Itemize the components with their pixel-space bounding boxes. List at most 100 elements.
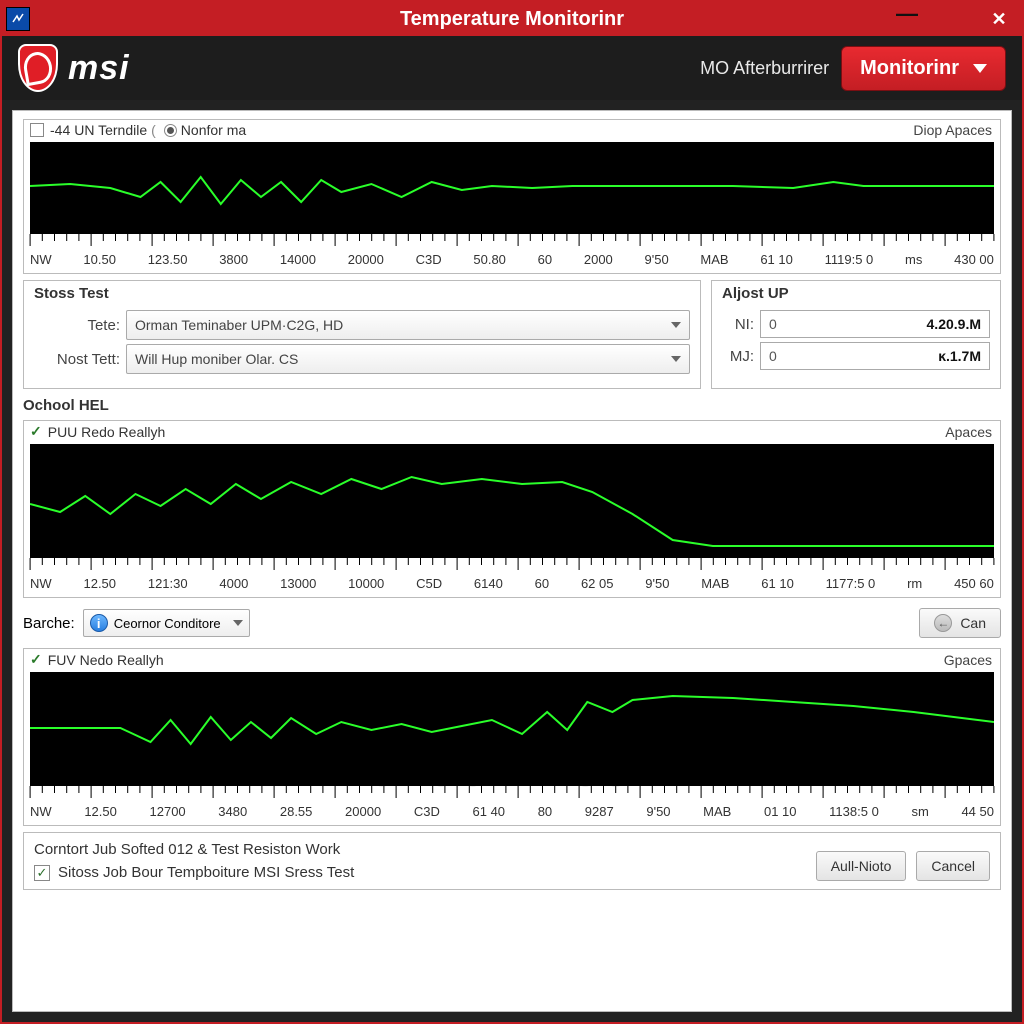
graph1-axis: NW10.50123.5038001400020000C3D50.8060200… [24,248,1000,273]
axis-tick-label: C3D [414,804,440,819]
monitor-dropdown-button[interactable]: Monitorinr [841,46,1006,91]
stress-test-checkbox-label: Sitoss Job Bour Tempboiture MSI Sress Te… [58,864,354,881]
stress-test-checkbox[interactable]: ✓ [34,865,50,881]
graph3-right-label: Gpaces [944,652,992,668]
app-header: msi MO Afterburrirer Monitorinr [2,36,1022,100]
nost-tett-select[interactable]: Will Hup moniber Olar. CS [126,344,690,374]
graph1-tick-marks [24,234,1000,248]
aljost-title: Aljost UP [722,285,990,302]
minimize-button[interactable]: — [884,2,930,36]
chevron-down-icon [973,64,987,73]
tete-select[interactable]: Orman Teminaber UPM·C2G, HD [126,310,690,340]
graph-block-1: -44 UN Terndile ( Nonfor ma Diop Apaces … [23,119,1001,274]
bottom-title: Corntort Jub Softed 012 & Test Resiston … [34,841,806,858]
brand-logo: msi [18,44,130,92]
graph1-label-b: UN Terndile [74,122,147,138]
axis-tick-label: MAB [700,252,728,267]
ni-left-value: 0 [769,316,783,332]
graph2-header: ✓ PUU Redo Reallyh Apaces [24,421,1000,444]
mj-right-value: ĸ.1.7M [938,348,981,364]
axis-tick-label: 80 [538,804,552,819]
graph3-header: ✓ FUV Nedo Reallyh Gpaces [24,649,1000,672]
axis-tick-label: NW [30,252,52,267]
cancel-button[interactable]: Cancel [916,851,990,881]
product-label: MO Afterburrirer [700,58,829,79]
ni-right-value: 4.20.9.M [927,316,981,332]
axis-tick-label: NW [30,576,52,591]
graph-block-2: ✓ PUU Redo Reallyh Apaces NW12.50121:304… [23,420,1001,598]
app-icon [6,7,30,31]
axis-tick-label: 3800 [219,252,248,267]
nost-tett-label: Nost Tett: [34,351,120,368]
axis-tick-label: C3D [416,252,442,267]
graph3-label: FUV Nedo Reallyh [48,652,164,668]
axis-tick-label: 13000 [280,576,316,591]
can-button-label: Can [960,615,986,631]
settings-row: Stoss Test Tete: Orman Teminaber UPM·C2G… [23,280,1001,389]
graph3-canvas [30,672,994,786]
graph3-axis: NW12.5012700348028.5520000C3D61 40809287… [24,800,1000,825]
axis-tick-label: 60 [538,252,552,267]
barche-select-value: Ceornor Conditore [114,616,221,631]
aljost-panel: Aljost UP NI: 0 4.20.9.M MJ: 0 ĸ.1.7M [711,280,1001,389]
axis-tick-label: 9287 [585,804,614,819]
window-title: Temperature Monitorinr [2,8,1022,31]
check-icon: ✓ [30,423,42,440]
graph2-tick-marks [24,558,1000,572]
graph3-tick-marks [24,786,1000,800]
axis-tick-label: 14000 [280,252,316,267]
window-titlebar: Temperature Monitorinr — ✕ [2,2,1022,36]
axis-tick-label: 1138:5 0 [829,804,879,819]
tete-label: Tete: [34,317,120,334]
main-panel: -44 UN Terndile ( Nonfor ma Diop Apaces … [12,110,1012,1012]
graph-block-3: ✓ FUV Nedo Reallyh Gpaces NW12.501270034… [23,648,1001,826]
axis-tick-label: 61 10 [761,576,794,591]
check-icon: ✓ [30,651,42,668]
axis-tick-label: ms [905,252,922,267]
axis-tick-label: MAB [701,576,729,591]
mj-label: MJ: [722,348,754,365]
barche-label: Barche: [23,615,75,632]
cancel-button-label: Cancel [931,858,975,874]
axis-tick-label: 4000 [219,576,248,591]
graph1-label-a: -44 [50,122,70,138]
axis-tick-label: 10000 [348,576,384,591]
stoss-title: Stoss Test [34,285,690,302]
axis-tick-label: 9'50 [645,252,669,267]
axis-tick-label: 6140 [474,576,503,591]
barche-select[interactable]: i Ceornor Conditore [83,609,250,637]
graph2-axis: NW12.50121:3040001300010000C5D61406062 0… [24,572,1000,597]
graph2-label: PUU Redo Reallyh [48,424,166,440]
graph2-canvas [30,444,994,558]
axis-tick-label: 123.50 [148,252,188,267]
close-button[interactable]: ✕ [976,2,1022,36]
chevron-down-icon [671,356,681,362]
axis-tick-label: 50.80 [473,252,506,267]
aull-nioto-button-label: Aull-Nioto [831,858,892,874]
ni-input[interactable]: 0 4.20.9.M [760,310,990,338]
ni-label: NI: [722,316,754,333]
mj-input[interactable]: 0 ĸ.1.7M [760,342,990,370]
graph1-radio[interactable] [164,124,177,137]
chevron-down-icon [233,620,243,626]
axis-tick-label: 1119:5 0 [825,252,874,267]
monitor-dropdown-label: Monitorinr [860,57,959,80]
graph1-label-c: Nonfor ma [181,122,246,138]
axis-tick-label: 61 40 [473,804,506,819]
axis-tick-label: MAB [703,804,731,819]
aull-nioto-button[interactable]: Aull-Nioto [816,851,907,881]
bottom-panel: Corntort Jub Softed 012 & Test Resiston … [23,832,1001,890]
graph1-checkbox[interactable] [30,123,44,137]
brand-text: msi [68,49,130,88]
graph2-right-label: Apaces [945,424,992,440]
axis-tick-label: 9'50 [646,804,670,819]
axis-tick-label: 01 10 [764,804,797,819]
axis-tick-label: 2000 [584,252,613,267]
axis-tick-label: 1177:5 0 [826,576,876,591]
axis-tick-label: 3480 [218,804,247,819]
axis-tick-label: 20000 [345,804,381,819]
maximize-button[interactable] [930,2,976,36]
axis-tick-label: sm [911,804,928,819]
can-button[interactable]: ← Can [919,608,1001,638]
axis-tick-label: 12.50 [83,576,116,591]
